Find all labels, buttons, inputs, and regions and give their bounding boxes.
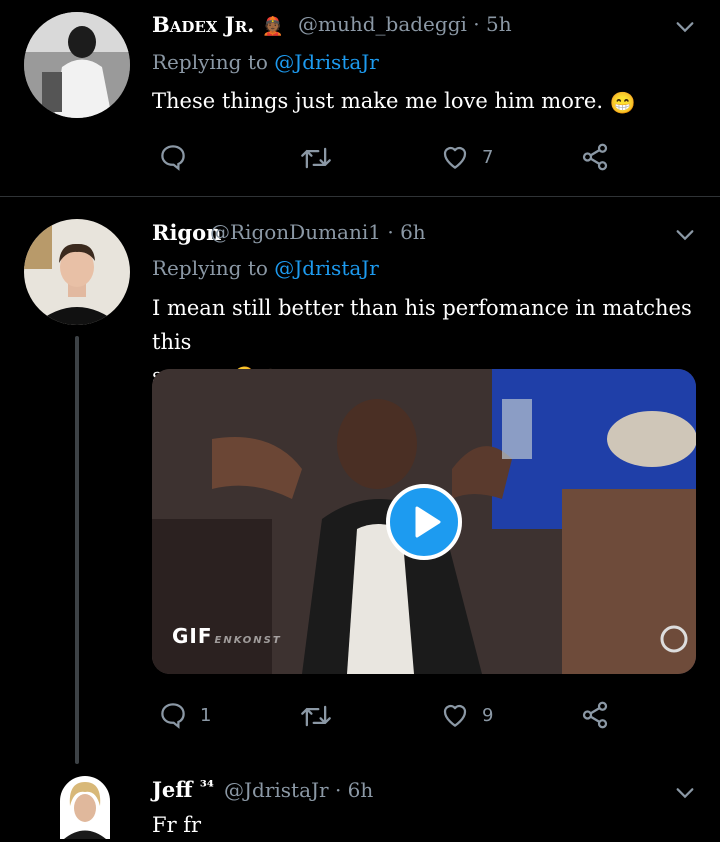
- avatar[interactable]: [60, 776, 110, 839]
- person-emoji: 👲🏾: [261, 16, 285, 37]
- replying-to: Replying to @JdristaJr: [152, 50, 379, 74]
- play-icon: [415, 506, 441, 538]
- timestamp: · 6h: [334, 778, 374, 802]
- reply-icon: [161, 145, 185, 171]
- reply-icon: [161, 703, 185, 729]
- retweet-icon: [301, 705, 331, 727]
- mention-link[interactable]: @JdristaJr: [274, 50, 379, 74]
- handle-and-time[interactable]: @RigonDumani1 · 6h: [210, 220, 426, 244]
- timestamp: · 6h: [387, 220, 426, 244]
- avatar[interactable]: [24, 12, 130, 118]
- timestamp: · 5h: [473, 12, 512, 36]
- avatar-photo: [60, 776, 110, 839]
- retweet-icon: [301, 147, 331, 169]
- share-icon: [582, 143, 608, 171]
- play-button[interactable]: [386, 484, 462, 560]
- like-button[interactable]: 7: [440, 142, 493, 172]
- handle-and-time[interactable]: @JdristaJr · 6h: [224, 778, 373, 802]
- handle-and-time[interactable]: @muhd_badeggi · 5h: [298, 12, 512, 36]
- replying-to: Replying to @JdristaJr: [152, 256, 379, 280]
- avatar-photo: [24, 219, 130, 325]
- reply-button[interactable]: [158, 142, 200, 172]
- heart-icon: [443, 146, 467, 169]
- share-icon: [582, 701, 608, 729]
- tweet-divider: [0, 196, 720, 197]
- avatar[interactable]: [24, 219, 130, 325]
- retweet-button[interactable]: [300, 144, 344, 172]
- grin-emoji: 😁: [609, 90, 636, 115]
- retweet-button[interactable]: [300, 702, 344, 730]
- share-button[interactable]: [580, 142, 610, 172]
- tweet-text: These things just make me love him more.…: [152, 84, 636, 120]
- gif-badge: GIF ENKONST: [172, 624, 282, 648]
- handle: @JdristaJr: [224, 778, 329, 802]
- handle: @muhd_badeggi: [298, 12, 467, 36]
- tweet-text: Fr fr: [152, 813, 202, 837]
- chevron-down-icon[interactable]: [674, 782, 696, 804]
- thread-connector: [75, 336, 79, 764]
- mention-link[interactable]: @JdristaJr: [274, 256, 379, 280]
- gif-watermark: ENKONST: [214, 635, 282, 646]
- name-suffix: ³⁴: [199, 777, 214, 796]
- heart-icon: [443, 704, 467, 727]
- share-button[interactable]: [580, 700, 610, 730]
- chevron-down-icon[interactable]: [674, 16, 696, 38]
- chevron-down-icon[interactable]: [674, 224, 696, 246]
- avatar-photo: [24, 12, 130, 118]
- display-name[interactable]: Jeff ³⁴: [152, 777, 214, 802]
- handle: @RigonDumani1: [210, 220, 381, 244]
- reply-button[interactable]: 1: [158, 700, 211, 730]
- like-button[interactable]: 9: [440, 700, 493, 730]
- display-name[interactable]: Badex Jr. 👲🏾: [152, 12, 284, 37]
